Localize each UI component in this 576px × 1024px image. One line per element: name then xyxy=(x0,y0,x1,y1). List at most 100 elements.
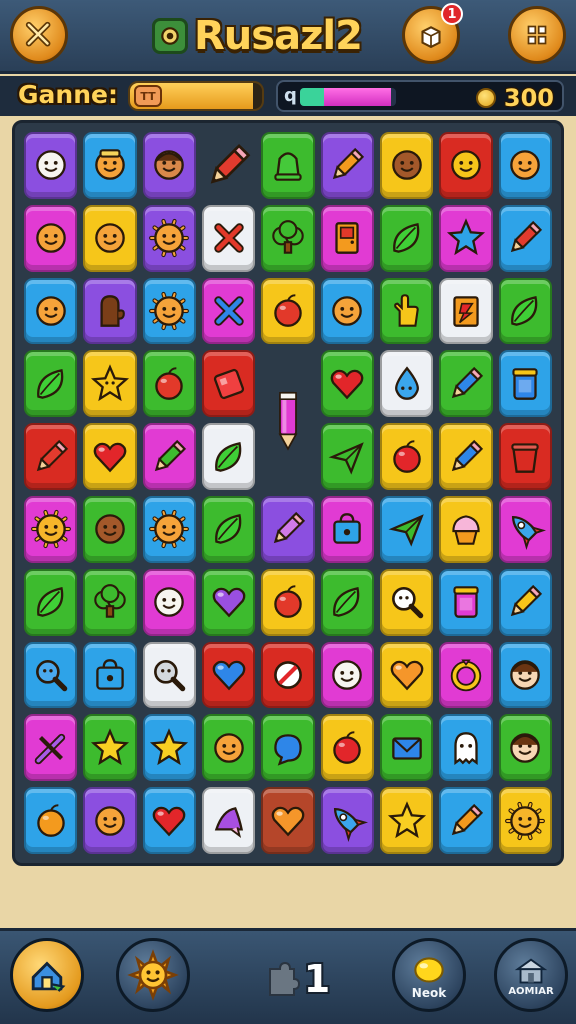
tile-r4-c3-fruit-red[interactable] xyxy=(142,350,196,418)
tile-r2-c3-sun-orange[interactable] xyxy=(142,204,196,272)
tile-r3-c2-mitten-brown[interactable] xyxy=(83,277,137,345)
tile-r4-c8-pencil-blue[interactable] xyxy=(439,350,493,418)
tile-r8-c9-face-boy[interactable] xyxy=(498,641,552,709)
tile-r8-c2-bag-blue[interactable] xyxy=(83,641,137,709)
tile-r9-c8-ghost-white[interactable] xyxy=(439,714,493,782)
tile-r3-c9-leaf-green[interactable] xyxy=(498,277,552,345)
tile-r6-c5-pencil-pink[interactable] xyxy=(261,496,315,563)
sun-booster-button[interactable] xyxy=(116,938,190,1012)
tile-r9-c6-apple-red[interactable] xyxy=(320,714,374,782)
tile-r3-c7-hand-yellow[interactable] xyxy=(380,277,434,345)
tile-r9-c7-envelope-blue[interactable] xyxy=(380,714,434,782)
tile-r3-c4-cross-blue[interactable] xyxy=(202,277,256,345)
tile-r1-c3-face-man[interactable] xyxy=(142,132,196,199)
tile-r8-c4-heart-blue[interactable] xyxy=(202,641,256,709)
tile-r9-c2-star-yellow[interactable] xyxy=(83,714,137,782)
tile-r10-c7-star-yellow[interactable] xyxy=(380,787,434,854)
tile-r6-c3-sun-orange[interactable] xyxy=(142,496,196,563)
tile-r2-c1-face-orange[interactable] xyxy=(24,204,78,272)
tile-r7-c8-jar-magenta[interactable] xyxy=(439,568,493,636)
tile-r2-c4-cross-red[interactable] xyxy=(202,204,256,272)
tile-r6-c7-plane-green[interactable] xyxy=(380,496,434,563)
tile-r4-c9-jar-blue[interactable] xyxy=(498,350,552,418)
tile-r7-c1-leaf-green[interactable] xyxy=(24,568,78,636)
star-yellow-icon xyxy=(387,800,426,838)
tile-r6-c9-rocket-blue[interactable] xyxy=(498,496,552,563)
tile-r2-c5-tree-green[interactable] xyxy=(261,204,315,272)
tile-r1-c6-pencil-orange[interactable] xyxy=(320,132,374,199)
tile-r8-c8-ring-yellow[interactable] xyxy=(439,641,493,709)
tile-r5-c9-bucket-red[interactable] xyxy=(498,423,552,490)
shop-menu-button[interactable]: AOMIAR xyxy=(494,938,568,1012)
tile-r4-c2-star-face[interactable] xyxy=(83,350,137,418)
tile-r5-c4-leaf-green[interactable] xyxy=(202,423,256,490)
gift-button[interactable]: 1 xyxy=(402,3,463,64)
tile-r10-c9-sun-face[interactable] xyxy=(498,787,552,854)
tile-r6-c8-cupcake-pink[interactable] xyxy=(439,496,493,563)
tile-r7-c5-fruit-red[interactable] xyxy=(261,568,315,636)
tile-r4-c4-flag-red[interactable] xyxy=(202,350,256,418)
grid-menu-button[interactable] xyxy=(508,6,566,64)
tile-r1-c7-face-brown[interactable] xyxy=(380,132,434,199)
tile-r10-c2-face-orange[interactable] xyxy=(83,787,137,854)
tile-r3-c1-face-orange[interactable] xyxy=(24,277,78,345)
tile-r9-c5-bubble-blue[interactable] xyxy=(261,714,315,782)
tile-r7-c3-face-smile-white[interactable] xyxy=(142,568,196,636)
tools-button[interactable] xyxy=(10,6,68,64)
tile-r8-c5-no-sign-white[interactable] xyxy=(261,641,315,709)
tile-r7-c9-pencil-yellow[interactable] xyxy=(498,568,552,636)
tile-r8-c6-face-smile-white[interactable] xyxy=(320,641,374,709)
tile-r10-c5-heart-orange[interactable] xyxy=(261,787,315,854)
tile-r7-c2-tree-green[interactable] xyxy=(83,568,137,636)
tile-r1-c5-bell-green[interactable] xyxy=(261,132,315,199)
tile-r8-c3-magnifier-gray[interactable] xyxy=(142,641,196,709)
tile-r3-c5-balloon-red[interactable] xyxy=(261,277,315,345)
tile-r9-c1-wand-purple[interactable] xyxy=(24,714,78,782)
tile-r10-c6-rocket-blue[interactable] xyxy=(320,787,374,854)
tile-r1-c8-face-wink[interactable] xyxy=(439,132,493,199)
tile-r1-c4-pencil-red[interactable] xyxy=(202,132,255,199)
tile-r9-c9-face-boy[interactable] xyxy=(498,714,552,782)
tile-r6-c1-sun-face[interactable] xyxy=(24,496,78,563)
home-button[interactable] xyxy=(10,938,84,1012)
tile-r7-c7-magnifier-white[interactable] xyxy=(380,568,434,636)
tile-r2-c8-star-blue[interactable] xyxy=(439,204,493,272)
tile-r2-c9-pencil-red[interactable] xyxy=(498,204,552,272)
tile-r10-c3-heart-red[interactable] xyxy=(142,787,196,854)
tile-r8-c1-magnifier-blue[interactable] xyxy=(24,641,78,709)
tile-r8-c7-heart-orange[interactable] xyxy=(380,641,434,709)
tile-r3-c8-card-red[interactable] xyxy=(439,277,493,345)
tile-r2-c7-leaf-green[interactable] xyxy=(380,204,434,272)
tree-green-icon xyxy=(272,220,304,254)
tile-r5-c2-heart-red[interactable] xyxy=(83,423,137,490)
tile-r6-c4-leaf-green[interactable] xyxy=(202,496,256,563)
tile-r1-c2-face-hat[interactable] xyxy=(83,132,137,199)
tile-r4-c6-heart-red[interactable] xyxy=(320,350,374,418)
tile-r5-c1-pencil-red[interactable] xyxy=(24,423,78,490)
tile-r10-c1-fruit-orange[interactable] xyxy=(24,787,78,854)
tile-r5-c7-apple-red[interactable] xyxy=(380,423,434,490)
tile-r10-c4-hat-purple[interactable] xyxy=(202,787,256,854)
tile-r5-c6-plane-green[interactable] xyxy=(320,423,374,490)
tile-r4-c7-drop-blue[interactable] xyxy=(380,350,434,418)
tile-r9-c4-face-orange[interactable] xyxy=(202,714,256,782)
tile-r5-c8-pencil-blue[interactable] xyxy=(439,423,493,490)
face-orange-icon xyxy=(95,805,125,836)
face-smile-white-icon xyxy=(35,150,66,181)
tile-r3-c6-face-orange[interactable] xyxy=(320,277,374,345)
tile-r2-c2-face-orange[interactable] xyxy=(83,204,137,272)
coin-count: 300 xyxy=(503,84,554,112)
tile-r9-c3-star-yellow[interactable] xyxy=(142,714,196,782)
tile-r1-c9-face-orange[interactable] xyxy=(498,132,552,199)
tile-r7-c6-leaf-green[interactable] xyxy=(320,568,374,636)
tile-r7-c4-heart-purple[interactable] xyxy=(202,568,256,636)
tile-r6-c2-face-brown[interactable] xyxy=(83,496,137,563)
tile-r1-c1-face-smile-white[interactable] xyxy=(24,132,78,199)
tile-r10-c8-pencil-orange[interactable] xyxy=(439,787,493,854)
tile-r5-c3-pencil-green[interactable] xyxy=(142,423,196,490)
tile-r4-c1-leaf-green[interactable] xyxy=(24,350,78,418)
tile-r6-c6-bag-blue[interactable] xyxy=(320,496,374,563)
tile-r2-c6-door-orange[interactable] xyxy=(320,204,374,272)
tile-r3-c3-sun-orange[interactable] xyxy=(142,277,196,345)
next-button[interactable]: Neok xyxy=(392,938,466,1012)
